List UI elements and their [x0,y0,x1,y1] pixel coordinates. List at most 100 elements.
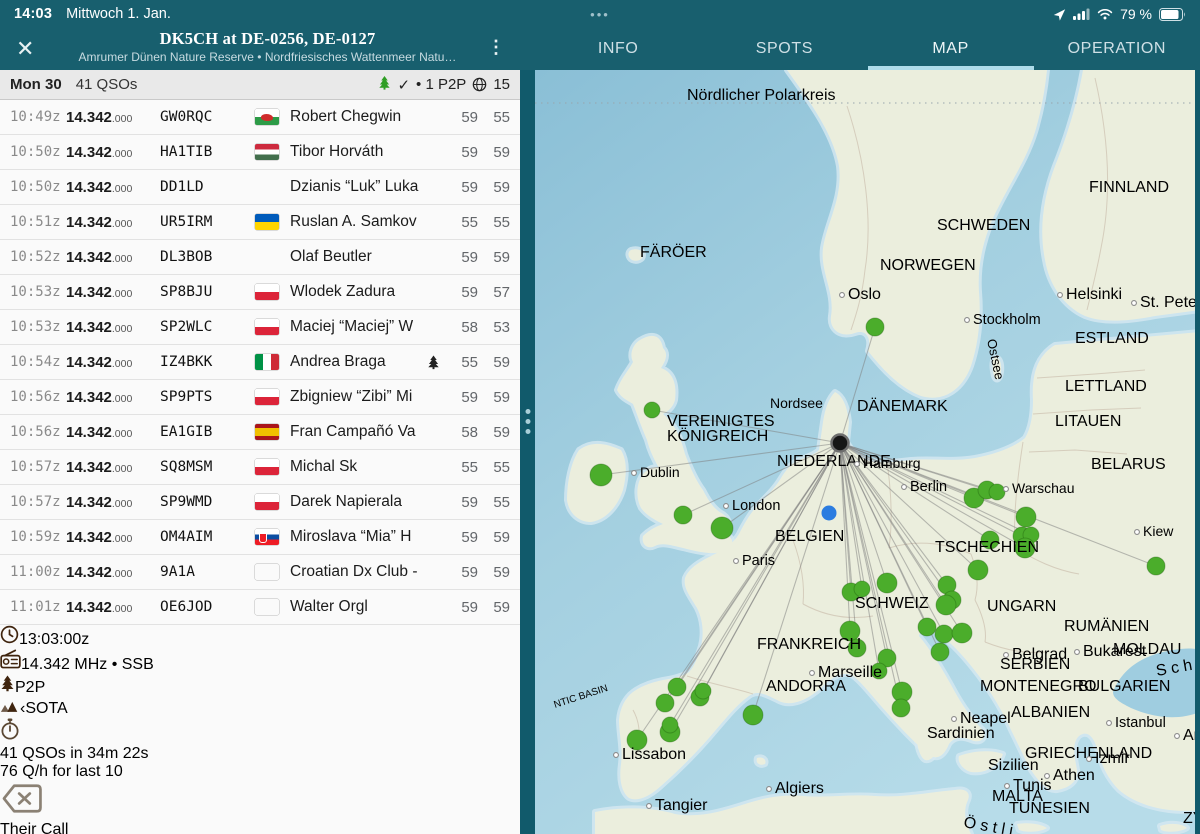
qso-map-marker[interactable] [931,643,949,661]
qso-map-marker[interactable] [662,717,678,733]
close-icon[interactable]: ✕ [16,36,34,62]
chip-p2p[interactable]: P2P [0,674,520,697]
qso-time: 10:50z [0,144,66,160]
qso-map-marker[interactable] [968,560,988,580]
europe-map[interactable]: Nördlicher PolarkreisFÄRÖERNORWEGENSCHWE… [535,70,1200,834]
city-dot [1075,650,1080,655]
map-label: Bukarest [1083,643,1147,660]
rst-rcvd: 59 [478,529,520,546]
multitask-dots[interactable]: ••• [0,7,1200,22]
map-label: FRANKREICH [757,636,861,653]
qso-map-marker[interactable] [1016,507,1036,527]
map-label: St. Petersb [1140,294,1200,311]
qso-row[interactable]: 10:53z 14.342.000 SP2WLC Maciej “Maciej”… [0,310,520,345]
map-label: TSCHECHIEN [935,539,1039,556]
log-day-label: Mon 30 [10,76,62,93]
qso-frequency: 14.342.000 [66,459,160,476]
their-call-input[interactable]: Their Call [0,821,520,834]
qso-map-marker[interactable] [695,683,711,699]
qso-row[interactable]: 10:49z 14.342.000 GW0RQC Robert Chegwin … [0,100,520,135]
qso-operator-name: Walter Orgl [290,598,427,616]
qso-row[interactable]: 10:50z 14.342.000 HA1TIB Tibor Horváth 5… [0,135,520,170]
qso-callsign: OM4AIM [160,529,255,545]
chip-14-342-mhz-ssb[interactable]: 14.342 MHz • SSB [0,649,520,674]
qso-time: 10:51z [0,214,66,230]
qso-row[interactable]: 10:56z 14.342.000 SP9PTS Zbigniew “Zibi”… [0,380,520,415]
city-dot [1004,487,1009,492]
rst-sent: 59 [445,109,478,126]
qso-row[interactable]: 10:50z 14.342.000 DD1LD Dzianis “Luk” Lu… [0,170,520,205]
qso-map-marker[interactable] [866,318,884,336]
qso-map-marker[interactable] [892,699,910,717]
tab-operation[interactable]: OPERATION [1034,28,1200,70]
mountain-icon [0,700,20,717]
qso-time: 10:52z [0,249,66,265]
clock-icon [0,631,19,648]
tab-info[interactable]: INFO [535,28,701,70]
chip-13-03-00z[interactable]: 13:03:00z [0,625,520,649]
qso-map-marker[interactable] [952,623,972,643]
qso-row[interactable]: 10:56z 14.342.000 EA1GIB Fran Campañó Va… [0,415,520,450]
qso-map-marker[interactable] [877,573,897,593]
panel-resize-handle[interactable] [520,70,535,834]
map-label: Marseille [818,664,882,681]
qso-map-marker[interactable] [743,705,763,725]
chip-sota[interactable]: ‹SOTA [0,697,520,718]
activation-origin-marker[interactable] [832,435,849,452]
qso-map-marker[interactable] [918,618,936,636]
qso-row[interactable]: 11:00z 14.342.000 9A1A Croatian Dx Club … [0,555,520,590]
city-dot [810,671,815,676]
qso-row[interactable]: 10:51z 14.342.000 UR5IRM Ruslan A. Samko… [0,205,520,240]
map-label: DÄNEMARK [857,397,948,415]
qso-operator-name: Tibor Horváth [290,143,427,161]
city-dot [1087,757,1092,762]
page-subtitle: Amrumer Dünen Nature Reserve • Nordfries… [40,50,495,64]
qso-frequency: 14.342.000 [66,424,160,441]
qso-row[interactable]: 10:53z 14.342.000 SP8BJU Wlodek Zadura 5… [0,275,520,310]
qso-map-marker[interactable] [668,678,686,696]
home-map-marker[interactable] [822,506,837,521]
city-dot [1004,653,1009,658]
qso-map-marker[interactable] [590,464,612,486]
map-label: Stockholm [973,312,1041,328]
qso-map-marker[interactable] [936,595,956,615]
qso-map-marker[interactable] [711,517,733,539]
country-flag-icon [255,319,290,335]
qso-row[interactable]: 10:57z 14.342.000 SQ8MSM Michal Sk 55 55 [0,450,520,485]
qso-map-marker[interactable] [656,694,674,712]
map-label: Tangier [655,797,708,814]
qso-time: 10:57z [0,494,66,510]
qso-row[interactable]: 10:52z 14.342.000 DL3BOB Olaf Beutler 59… [0,240,520,275]
qso-row[interactable]: 10:54z 14.342.000 IZ4BKK Andrea Braga 55… [0,345,520,380]
pota-tree-icon [378,75,391,94]
rst-sent: 59 [445,389,478,406]
qso-map-marker[interactable] [674,506,692,524]
qso-row[interactable]: 10:59z 14.342.000 OM4AIM Miroslava “Mia”… [0,520,520,555]
qso-map-marker[interactable] [989,484,1005,500]
qso-map-marker[interactable] [644,402,660,418]
qso-callsign: DD1LD [160,179,255,195]
p2p-count: • 1 P2P [416,76,466,93]
qso-frequency: 14.342.000 [66,529,160,546]
backspace-button[interactable] [0,803,44,820]
city-dot [1107,721,1112,726]
qso-time: 10:57z [0,459,66,475]
qso-callsign: HA1TIB [160,144,255,160]
qso-frequency: 14.342.000 [66,564,160,581]
kebab-menu-icon[interactable]: ⋮ [487,37,505,58]
qso-row[interactable]: 11:01z 14.342.000 OE6JOD Walter Orgl 59 … [0,590,520,625]
qso-row[interactable]: 10:57z 14.342.000 SP9WMD Darek Napierala… [0,485,520,520]
rst-rcvd: 57 [478,284,520,301]
country-flag-icon [255,599,290,615]
tab-spots[interactable]: SPOTS [701,28,867,70]
map-panel[interactable]: Nördlicher PolarkreisFÄRÖERNORWEGENSCHWE… [535,70,1200,834]
qso-map-marker[interactable] [1147,557,1165,575]
tab-map[interactable]: MAP [868,28,1034,70]
city-dot [1132,301,1137,306]
map-label: ALBANIEN [1011,704,1090,721]
qso-count-label: 41 QSOs [76,76,138,93]
log-panel: Mon 30 41 QSOs ✓ • 1 P2P 15 10:49z 14.34… [0,70,520,834]
country-flag-icon [255,564,290,580]
qso-map-marker[interactable] [935,625,953,643]
city-dot [855,462,860,467]
